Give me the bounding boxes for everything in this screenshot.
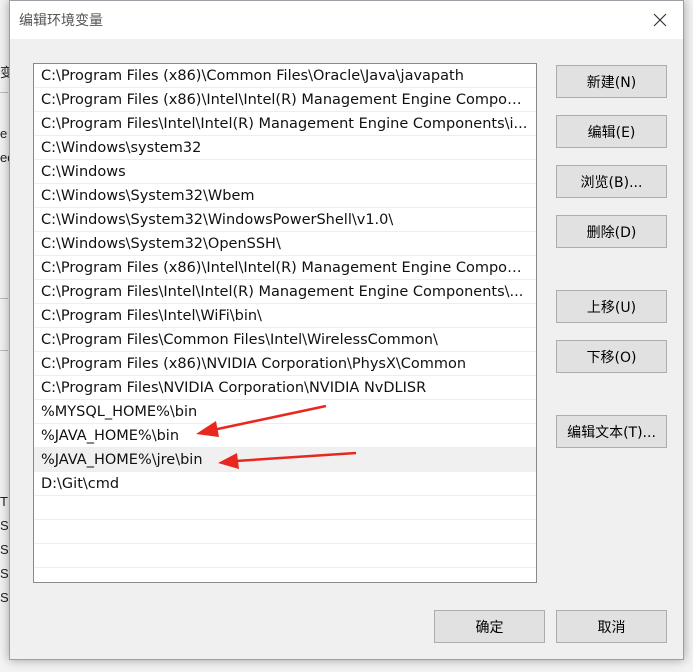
path-list-item[interactable]: C:\Windows\system32 [34, 136, 536, 160]
path-list-item[interactable]: C:\Program Files (x86)\Intel\Intel(R) Ma… [34, 88, 536, 112]
path-list-item[interactable]: C:\Program Files\Intel\WiFi\bin\ [34, 304, 536, 328]
delete-button[interactable]: 删除(D) [556, 215, 667, 248]
path-list-item[interactable]: %MYSQL_HOME%\bin [34, 400, 536, 424]
path-list-item[interactable]: C:\Program Files (x86)\Intel\Intel(R) Ma… [34, 256, 536, 280]
path-list-item[interactable]: C:\Program Files (x86)\Common Files\Orac… [34, 64, 536, 88]
dialog-title: 编辑环境变量 [19, 13, 103, 29]
path-list-item[interactable]: %JAVA_HOME%\bin [34, 424, 536, 448]
move-down-button[interactable]: 下移(O) [556, 340, 667, 373]
path-list-item[interactable]: C:\Windows\System32\WindowsPowerShell\v1… [34, 208, 536, 232]
empty-list-row [34, 544, 536, 568]
path-list-item[interactable]: C:\Windows\System32\Wbem [34, 184, 536, 208]
close-icon [653, 13, 667, 27]
path-list-item[interactable]: C:\Program Files\NVIDIA Corporation\NVID… [34, 376, 536, 400]
path-list-item[interactable]: C:\Program Files\Common Files\Intel\Wire… [34, 328, 536, 352]
title-bar: 编辑环境变量 [10, 1, 683, 39]
background-divider [0, 92, 8, 93]
edit-button[interactable]: 编辑(E) [556, 115, 667, 148]
background-divider [0, 298, 8, 299]
new-button[interactable]: 新建(N) [556, 65, 667, 98]
path-list-item[interactable]: C:\Windows\System32\OpenSSH\ [34, 232, 536, 256]
move-up-button[interactable]: 上移(U) [556, 290, 667, 323]
path-list-item[interactable]: D:\Git\cmd [34, 472, 536, 496]
ok-button[interactable]: 确定 [434, 610, 545, 643]
path-list-item[interactable]: C:\Program Files\Intel\Intel(R) Manageme… [34, 280, 536, 304]
browse-button[interactable]: 浏览(B)... [556, 165, 667, 198]
path-list[interactable]: C:\Program Files (x86)\Common Files\Orac… [33, 63, 537, 583]
path-list-item[interactable]: C:\Program Files\Intel\Intel(R) Manageme… [34, 112, 536, 136]
empty-list-row [34, 496, 536, 520]
path-list-item[interactable]: C:\Windows [34, 160, 536, 184]
path-list-item[interactable]: %JAVA_HOME%\jre\bin [34, 448, 536, 472]
edit-env-var-dialog: 编辑环境变量 C:\Program Files (x86)\Common Fil… [9, 0, 684, 660]
cancel-button[interactable]: 取消 [556, 610, 667, 643]
background-divider [0, 350, 8, 351]
empty-list-row [34, 520, 536, 544]
close-button[interactable] [637, 1, 683, 39]
path-list-item[interactable]: C:\Program Files (x86)\NVIDIA Corporatio… [34, 352, 536, 376]
edit-text-button[interactable]: 编辑文本(T)... [556, 415, 667, 448]
